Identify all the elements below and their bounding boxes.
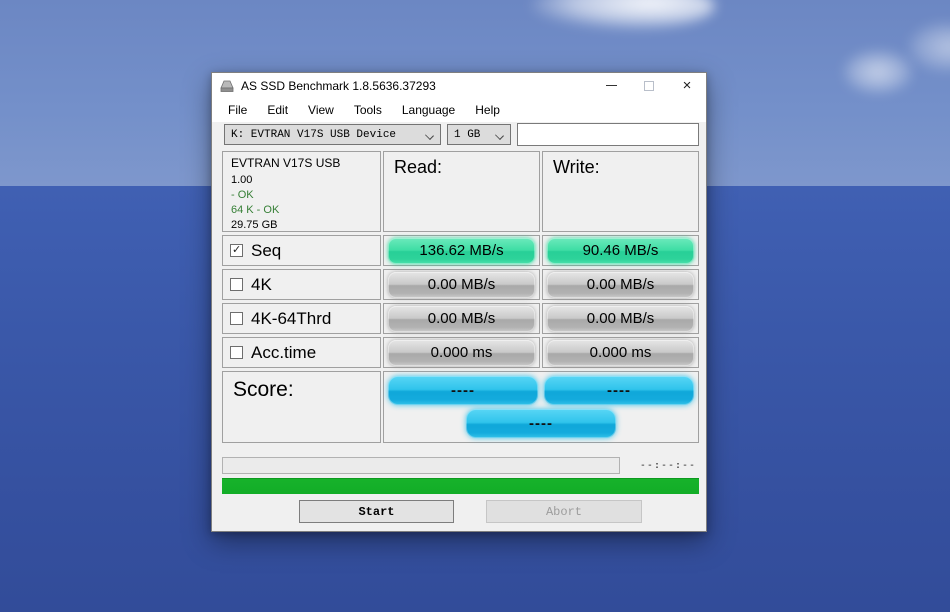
minimize-icon	[606, 85, 617, 86]
score-total-value: ----	[466, 409, 616, 438]
chevron-down-icon	[496, 132, 503, 139]
menu-edit[interactable]: Edit	[257, 100, 298, 120]
seq-write-value: 90.46 MB/s	[547, 238, 694, 264]
acctime-test-row[interactable]: Acc.time	[222, 337, 381, 368]
menu-view[interactable]: View	[298, 100, 344, 120]
status-strip-green	[222, 478, 699, 494]
4k-read-cell: 0.00 MB/s	[383, 269, 540, 300]
alignment-status: 64 K - OK	[231, 203, 380, 218]
menu-tools[interactable]: Tools	[344, 100, 392, 120]
score-write-value: ----	[544, 376, 694, 405]
4k64-write-cell: 0.00 MB/s	[542, 303, 699, 334]
4k64-read-value: 0.00 MB/s	[388, 306, 535, 332]
window-title: AS SSD Benchmark 1.8.5636.37293	[241, 79, 436, 93]
4k-read-value: 0.00 MB/s	[388, 272, 535, 298]
seq-read-cell: 136.62 MB/s	[383, 235, 540, 266]
drive-name: EVTRAN V17S USB	[231, 156, 380, 170]
menu-language[interactable]: Language	[392, 100, 465, 120]
drive-capacity: 29.75 GB	[231, 218, 380, 233]
4k-label: 4K	[251, 275, 272, 295]
score-read-value: ----	[388, 376, 538, 405]
seq-label: Seq	[251, 241, 281, 261]
close-icon: ×	[683, 78, 692, 93]
menu-file[interactable]: File	[218, 100, 257, 120]
drive-select[interactable]: K: EVTRAN V17S USB Device	[224, 124, 441, 145]
desktop-background: AS SSD Benchmark 1.8.5636.37293 × File E…	[0, 0, 950, 612]
driver-status: - OK	[231, 188, 380, 203]
4k-test-row[interactable]: 4K	[222, 269, 381, 300]
app-window: AS SSD Benchmark 1.8.5636.37293 × File E…	[211, 72, 707, 532]
acctime-read-value: 0.000 ms	[388, 340, 535, 366]
4k-checkbox[interactable]	[230, 278, 243, 291]
4k64-read-cell: 0.00 MB/s	[383, 303, 540, 334]
minimize-button[interactable]	[592, 73, 630, 98]
4k64-checkbox[interactable]	[230, 312, 243, 325]
menu-help[interactable]: Help	[465, 100, 510, 120]
progress-bar	[222, 457, 620, 474]
maximize-button[interactable]	[630, 73, 668, 98]
test-size-value: 1 GB	[454, 129, 480, 141]
close-button[interactable]: ×	[668, 73, 706, 98]
score-label: Score:	[222, 371, 381, 443]
test-size-select[interactable]: 1 GB	[447, 124, 511, 145]
4k64-test-row[interactable]: 4K-64Thrd	[222, 303, 381, 334]
elapsed-time: --:--:--	[636, 460, 700, 471]
write-column-header: Write:	[542, 151, 699, 232]
abort-button[interactable]: Abort	[486, 500, 642, 523]
maximize-icon	[644, 81, 654, 91]
seq-read-value: 136.62 MB/s	[388, 238, 535, 264]
start-button[interactable]: Start	[299, 500, 454, 523]
seq-test-row[interactable]: Seq	[222, 235, 381, 266]
acctime-checkbox[interactable]	[230, 346, 243, 359]
4k64-label: 4K-64Thrd	[251, 309, 331, 329]
4k64-write-value: 0.00 MB/s	[547, 306, 694, 332]
cloud	[843, 50, 913, 94]
read-column-header: Read:	[383, 151, 540, 232]
drive-info-panel: EVTRAN V17S USB 1.00 - OK 64 K - OK 29.7…	[222, 151, 381, 232]
acctime-write-cell: 0.000 ms	[542, 337, 699, 368]
comment-input[interactable]	[517, 123, 699, 146]
score-values-panel: ---- ---- ----	[383, 371, 699, 443]
seq-write-cell: 90.46 MB/s	[542, 235, 699, 266]
4k-write-value: 0.00 MB/s	[547, 272, 694, 298]
acctime-write-value: 0.000 ms	[547, 340, 694, 366]
drive-select-value: K: EVTRAN V17S USB Device	[231, 129, 396, 141]
acctime-read-cell: 0.000 ms	[383, 337, 540, 368]
title-bar[interactable]: AS SSD Benchmark 1.8.5636.37293 ×	[212, 73, 706, 98]
app-disk-icon	[219, 79, 235, 93]
acctime-label: Acc.time	[251, 343, 316, 363]
client-area: K: EVTRAN V17S USB Device 1 GB EVTRAN V1…	[212, 122, 706, 531]
benchmark-table: EVTRAN V17S USB 1.00 - OK 64 K - OK 29.7…	[222, 151, 699, 443]
4k-write-cell: 0.00 MB/s	[542, 269, 699, 300]
seq-checkbox[interactable]	[230, 244, 243, 257]
chevron-down-icon	[426, 132, 433, 139]
menu-bar: File Edit View Tools Language Help	[212, 98, 706, 122]
drive-firmware: 1.00	[231, 173, 380, 188]
